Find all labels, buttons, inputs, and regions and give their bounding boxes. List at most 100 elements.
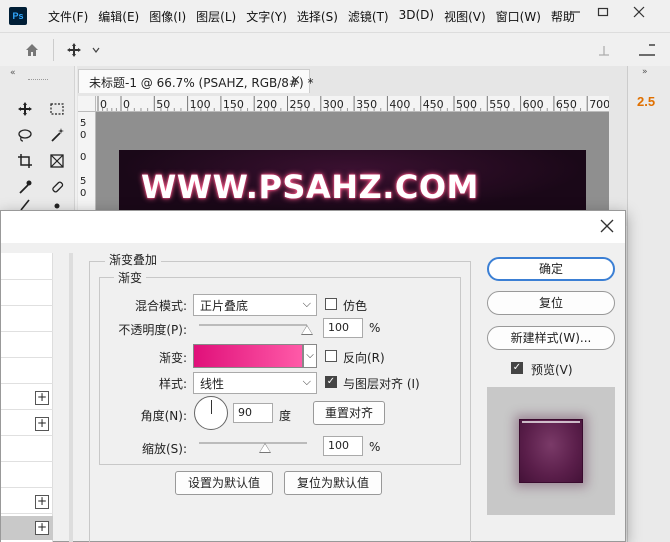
- align-with-layer-label: 与图层对齐 (I): [343, 377, 420, 391]
- opacity-label: 不透明度(P):: [118, 323, 187, 337]
- minimize-icon[interactable]: [560, 0, 590, 24]
- expand-panel-icon[interactable]: »: [642, 67, 648, 77]
- reset-button[interactable]: 复位: [487, 291, 615, 315]
- angle-dial[interactable]: [194, 396, 228, 430]
- reset-align-button[interactable]: 重置对齐: [313, 401, 385, 425]
- close-tab-icon[interactable]: ×: [290, 73, 301, 88]
- add-style-button[interactable]: +: [35, 417, 49, 431]
- chevron-down-icon: ⌵: [302, 297, 311, 310]
- panel-value[interactable]: 2.5: [637, 94, 655, 109]
- collapse-panel-icon[interactable]: «: [10, 68, 16, 78]
- list-divider: [1, 305, 53, 306]
- new-style-button[interactable]: 新建样式(W)...: [487, 326, 615, 350]
- set-default-button[interactable]: 设置为默认值: [175, 471, 273, 495]
- document-tab[interactable]: 未标题-1 @ 66.7% (PSAHZ, RGB/8#) * ×: [78, 69, 313, 93]
- menu-layer[interactable]: 图层(L): [191, 8, 241, 25]
- gradient-picker-chevron-icon[interactable]: ⌵: [303, 344, 317, 368]
- list-divider: [1, 487, 53, 488]
- chevron-down-icon[interactable]: [85, 39, 107, 61]
- reverse-checkbox[interactable]: [325, 350, 337, 362]
- scale-slider-track[interactable]: [199, 442, 307, 444]
- ok-button[interactable]: 确定: [487, 257, 615, 281]
- scale-label: 缩放(S):: [141, 442, 187, 456]
- ruler-tick-label: 700: [589, 98, 609, 111]
- menu-image[interactable]: 图像(I): [144, 8, 191, 25]
- vertical-ruler[interactable]: 5 0 0 5 0: [78, 112, 96, 212]
- blend-mode-label: 混合模式:: [134, 299, 187, 313]
- add-style-button[interactable]: +: [35, 495, 49, 509]
- eyedropper-icon[interactable]: [14, 176, 36, 198]
- panel-grip[interactable]: [28, 79, 48, 82]
- dialog-titlebar[interactable]: [1, 211, 625, 243]
- menu-select[interactable]: 选择(S): [292, 8, 343, 25]
- opacity-slider-thumb[interactable]: [301, 325, 313, 335]
- scale-slider-thumb[interactable]: [259, 443, 271, 453]
- style-value: 线性: [200, 377, 225, 391]
- stamp-tool-icon[interactable]: [46, 198, 68, 210]
- crop-tool-icon[interactable]: [14, 150, 36, 172]
- photoshop-logo-icon: Ps: [9, 7, 27, 25]
- layer-style-dialog: + + + + 渐变叠加 渐变 混合模式: 正片叠底 ⌵ 仿色 不透明度(P):…: [0, 210, 626, 542]
- canvas-text-layer[interactable]: WWW.PSAHZ.COM: [141, 168, 479, 206]
- menu-3d[interactable]: 3D(D): [394, 8, 439, 25]
- gradient-label: 渐变:: [158, 351, 187, 365]
- scale-input[interactable]: 100: [323, 436, 363, 456]
- menu-view[interactable]: 视图(V): [439, 8, 491, 25]
- styles-scrollbar[interactable]: [69, 253, 73, 542]
- style-select[interactable]: 线性 ⌵: [193, 372, 317, 394]
- style-label: 样式:: [158, 377, 187, 391]
- right-panel-strip: » 2.5: [627, 66, 670, 542]
- menu-window[interactable]: 窗口(W): [491, 8, 546, 25]
- ruler-origin[interactable]: [78, 96, 96, 112]
- list-divider: [1, 331, 53, 332]
- opacity-input[interactable]: 100: [323, 318, 363, 338]
- move-tool-icon[interactable]: [63, 39, 85, 61]
- blend-mode-select[interactable]: 正片叠底 ⌵: [193, 294, 317, 316]
- brush-tool-icon[interactable]: [14, 198, 36, 210]
- group-title: 渐变: [114, 269, 147, 286]
- dither-label: 仿色: [343, 299, 368, 313]
- menu-bar: Ps 文件(F) 编辑(E) 图像(I) 图层(L) 文字(Y) 选择(S) 滤…: [0, 0, 670, 32]
- preview-label: 预览(V): [531, 363, 573, 377]
- angle-unit: 度: [279, 409, 292, 423]
- menu-filter[interactable]: 滤镜(T): [343, 8, 394, 25]
- ruler-v-label: 5: [80, 176, 87, 187]
- marquee-tool-icon[interactable]: [46, 98, 68, 120]
- options-bar: [0, 32, 670, 66]
- ruler-v-label: 5: [80, 118, 87, 129]
- reset-default-button[interactable]: 复位为默认值: [284, 471, 382, 495]
- angle-input[interactable]: 90: [233, 403, 273, 423]
- menu-edit[interactable]: 编辑(E): [93, 8, 144, 25]
- maximize-icon[interactable]: [588, 0, 618, 24]
- distribute-icon[interactable]: [636, 39, 658, 61]
- list-divider: [1, 279, 53, 280]
- gradient-swatch[interactable]: [193, 344, 303, 368]
- menu-type[interactable]: 文字(Y): [241, 8, 292, 25]
- list-divider: [1, 435, 53, 436]
- ruler-tick-label: 50: [156, 98, 170, 111]
- preview-checkbox[interactable]: ✓: [511, 362, 523, 374]
- dither-checkbox[interactable]: [325, 298, 337, 310]
- home-icon[interactable]: [21, 39, 43, 61]
- ruler-v-label: 0: [80, 188, 87, 199]
- list-divider: [1, 357, 53, 358]
- add-style-button[interactable]: +: [35, 391, 49, 405]
- ruler-tick-label: 0: [100, 98, 107, 111]
- divider: [53, 39, 54, 61]
- magic-wand-icon[interactable]: [46, 124, 68, 146]
- frame-tool-icon[interactable]: [46, 150, 68, 172]
- opacity-slider-track[interactable]: [199, 324, 307, 326]
- horizontal-ruler[interactable]: 0 0 50 100 150 200 250 300 350 400 450 500 550 600 650…: [96, 96, 609, 112]
- align-icon[interactable]: [593, 39, 615, 61]
- align-with-layer-checkbox[interactable]: ✓: [325, 376, 337, 388]
- styles-list: + + + +: [1, 253, 53, 542]
- menu-file[interactable]: 文件(F): [43, 8, 93, 25]
- move-tool-icon[interactable]: [14, 98, 36, 120]
- dialog-close-icon[interactable]: [597, 216, 617, 236]
- add-style-button[interactable]: +: [35, 521, 49, 535]
- lasso-tool-icon[interactable]: [14, 124, 36, 146]
- healing-brush-icon[interactable]: [46, 176, 68, 198]
- window-close-icon[interactable]: [624, 0, 654, 24]
- chevron-down-icon: ⌵: [302, 375, 311, 388]
- reverse-label: 反向(R): [343, 351, 385, 365]
